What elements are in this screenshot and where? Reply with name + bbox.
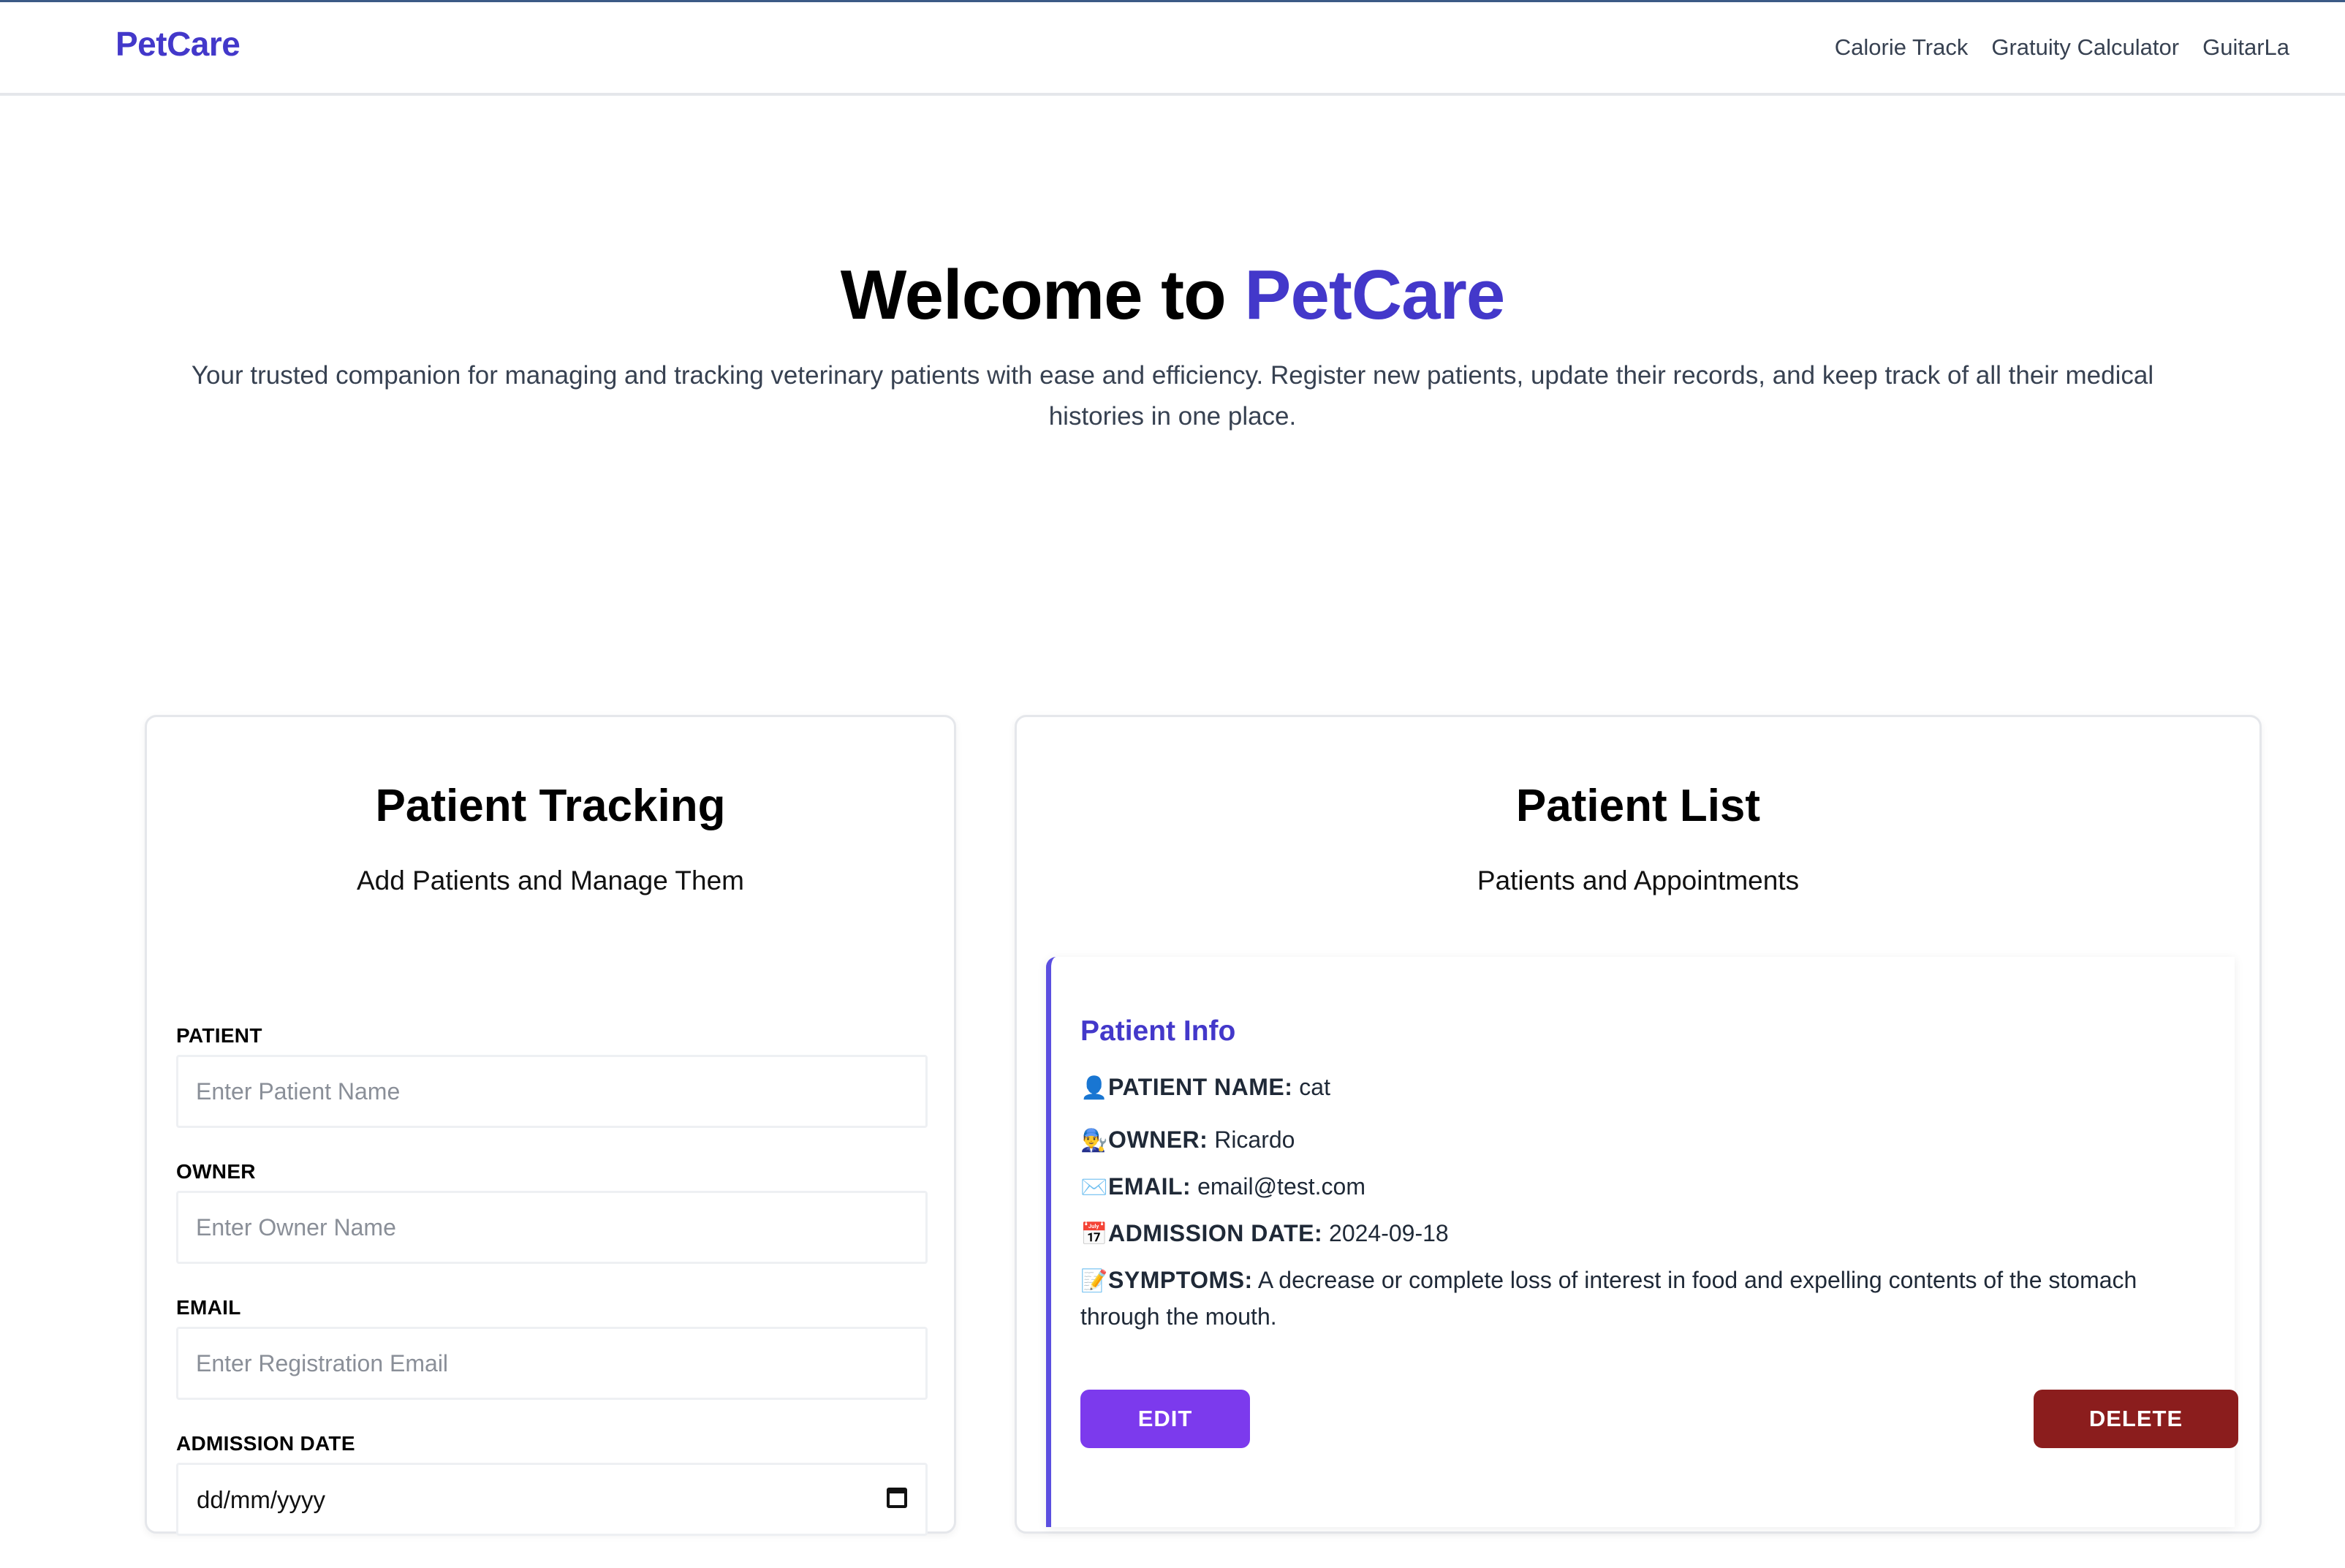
patient-form: PATIENT OWNER EMAIL ADMISSION DATE dd/mm… — [176, 1024, 928, 1568]
patient-tracking-card: Patient Tracking Add Patients and Manage… — [145, 715, 956, 1536]
calendar-icon: 📅 — [1080, 1222, 1108, 1246]
email-label: EMAIL: — [1108, 1173, 1192, 1200]
admission-date-value: 2024-09-18 — [1329, 1220, 1449, 1246]
admission-date-wrapper: dd/mm/yyyy — [176, 1463, 928, 1536]
owner-name-input[interactable] — [176, 1191, 928, 1264]
list-title: Patient List — [1515, 781, 1761, 831]
patient-list-card: Patient List Patients and Appointments P… — [1015, 715, 2262, 1534]
email-value: email@test.com — [1197, 1173, 1365, 1200]
edit-button[interactable]: EDIT — [1080, 1390, 1250, 1448]
patient-name-value: cat — [1299, 1074, 1330, 1100]
envelope-icon: ✉️ — [1080, 1175, 1108, 1200]
delete-button[interactable]: DELETE — [2034, 1390, 2238, 1448]
owner-icon: 👨‍🔧 — [1080, 1129, 1108, 1153]
hero-title-brand: PetCare — [1244, 256, 1505, 334]
owner-row: 👨‍🔧OWNER: Ricardo — [1080, 1122, 2206, 1159]
memo-icon: 📝 — [1080, 1269, 1108, 1293]
hero-title: Welcome to PetCare — [0, 249, 2345, 342]
calendar-icon[interactable] — [887, 1488, 907, 1508]
owner-label: OWNER — [176, 1160, 256, 1183]
patient-name-row: 👤PATIENT NAME: cat — [1080, 1069, 2206, 1106]
owner-value: Ricardo — [1214, 1126, 1295, 1153]
email-row: ✉️EMAIL: email@test.com — [1080, 1169, 2206, 1205]
admission-date-label: ADMISSION DATE — [176, 1432, 355, 1455]
owner-field: OWNER — [176, 1160, 928, 1264]
patient-name-label: PATIENT NAME: — [1108, 1074, 1293, 1100]
tracking-subtitle: Add Patients and Manage Them — [357, 866, 744, 895]
admission-date-field: ADMISSION DATE dd/mm/yyyy — [176, 1432, 928, 1536]
owner-label: OWNER: — [1108, 1126, 1208, 1153]
admission-date-label: ADMISSION DATE: — [1108, 1220, 1323, 1246]
hero-description: Your trusted companion for managing and … — [191, 361, 2154, 431]
hero-title-prefix: Welcome to — [840, 256, 1227, 334]
admission-date-row: 📅ADMISSION DATE: 2024-09-18 — [1080, 1216, 2206, 1252]
list-subtitle: Patients and Appointments — [1477, 866, 1800, 895]
nav-link-guitarla[interactable]: GuitarLa — [2202, 34, 2289, 61]
person-icon: 👤 — [1080, 1076, 1108, 1100]
patient-info-heading: Patient Info — [1080, 1015, 1236, 1047]
nav-link-calorie-track[interactable]: Calorie Track — [1835, 34, 1969, 61]
admission-date-placeholder: dd/mm/yyyy — [197, 1486, 326, 1513]
main-nav: Calorie Track Gratuity Calculator Guitar… — [1835, 34, 2289, 61]
email-input[interactable] — [176, 1327, 928, 1400]
email-label: EMAIL — [176, 1296, 241, 1319]
symptoms-row: 📝SYMPTOMS: A decrease or complete loss o… — [1080, 1262, 2206, 1334]
top-navbar: PetCare Calorie Track Gratuity Calculato… — [0, 2, 2345, 96]
patient-name-input[interactable] — [176, 1055, 928, 1128]
symptoms-label: SYMPTOMS: — [1108, 1267, 1253, 1293]
logo[interactable]: PetCare — [115, 24, 240, 64]
email-field: EMAIL — [176, 1296, 928, 1400]
tracking-title: Patient Tracking — [375, 781, 726, 831]
hero-section: Welcome to PetCare Your trusted companio… — [0, 249, 2345, 437]
nav-link-gratuity-calculator[interactable]: Gratuity Calculator — [1991, 34, 2179, 61]
patient-field: PATIENT — [176, 1024, 928, 1128]
patient-label: PATIENT — [176, 1024, 262, 1047]
patient-info-card: Patient Info 👤PATIENT NAME: cat 👨‍🔧OWNER… — [1046, 957, 2238, 1527]
